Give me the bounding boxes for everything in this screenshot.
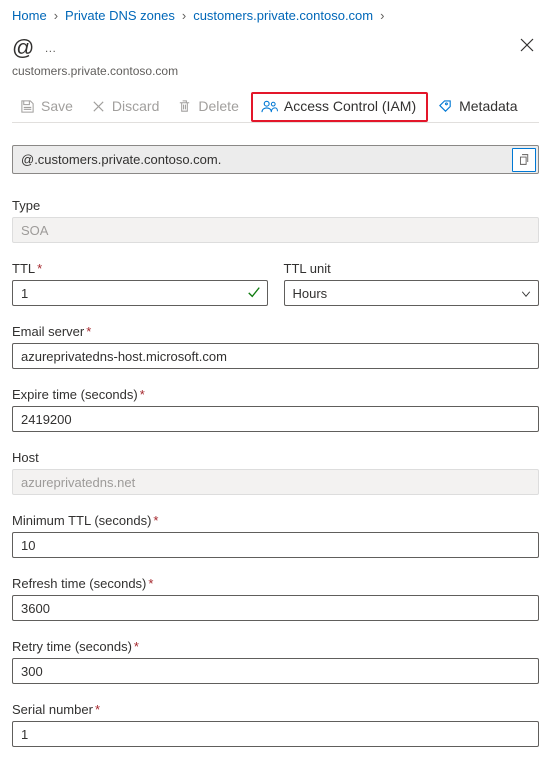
save-icon — [20, 99, 35, 114]
fqdn-display: @.customers.private.contoso.com. — [12, 145, 539, 174]
min-ttl-field[interactable]: 10 — [12, 532, 539, 558]
more-icon[interactable]: … — [44, 41, 56, 55]
copy-icon — [518, 153, 531, 166]
metadata-button[interactable]: Metadata — [430, 92, 527, 122]
type-field: SOA — [12, 217, 539, 243]
email-label: Email server* — [12, 324, 539, 339]
ttl-unit-select[interactable]: Hours — [284, 280, 540, 306]
expire-label: Expire time (seconds)* — [12, 387, 539, 402]
min-ttl-label: Minimum TTL (seconds)* — [12, 513, 539, 528]
check-icon — [247, 285, 261, 302]
ttl-label: TTL* — [12, 261, 268, 276]
toolbar: Save Discard Delete Access Control (IAM)… — [12, 92, 539, 123]
breadcrumb: Home › Private DNS zones › customers.pri… — [12, 8, 539, 23]
tag-icon — [438, 99, 453, 114]
discard-icon — [91, 99, 106, 114]
trash-icon — [177, 99, 192, 114]
email-field[interactable]: azureprivatedns-host.microsoft.com — [12, 343, 539, 369]
save-button[interactable]: Save — [12, 92, 83, 122]
expire-field[interactable]: 2419200 — [12, 406, 539, 432]
delete-button[interactable]: Delete — [169, 92, 248, 122]
refresh-field[interactable]: 3600 — [12, 595, 539, 621]
discard-label: Discard — [112, 98, 159, 114]
chevron-down-icon — [520, 288, 532, 303]
close-icon[interactable] — [515, 33, 539, 62]
breadcrumb-level2[interactable]: customers.private.contoso.com — [193, 8, 373, 23]
people-icon — [261, 99, 278, 114]
host-label: Host — [12, 450, 539, 465]
host-field: azureprivatedns.net — [12, 469, 539, 495]
page-subtitle: customers.private.contoso.com — [12, 64, 539, 78]
discard-button[interactable]: Discard — [83, 92, 169, 122]
breadcrumb-level1[interactable]: Private DNS zones — [65, 8, 175, 23]
access-control-button[interactable]: Access Control (IAM) — [251, 92, 428, 122]
delete-label: Delete — [198, 98, 238, 114]
save-label: Save — [41, 98, 73, 114]
serial-field[interactable]: 1 — [12, 721, 539, 747]
breadcrumb-home[interactable]: Home — [12, 8, 47, 23]
retry-field[interactable]: 300 — [12, 658, 539, 684]
copy-button[interactable] — [512, 148, 536, 172]
access-control-label: Access Control (IAM) — [284, 98, 416, 114]
type-label: Type — [12, 198, 539, 213]
chevron-right-icon: › — [380, 8, 384, 23]
serial-label: Serial number* — [12, 702, 539, 717]
metadata-label: Metadata — [459, 98, 517, 114]
chevron-right-icon: › — [54, 8, 58, 23]
retry-label: Retry time (seconds)* — [12, 639, 539, 654]
ttl-unit-label: TTL unit — [284, 261, 540, 276]
page-title: @ — [12, 35, 34, 61]
fqdn-value: @.customers.private.contoso.com. — [21, 152, 221, 167]
chevron-right-icon: › — [182, 8, 186, 23]
ttl-field[interactable]: 1 — [12, 280, 268, 306]
refresh-label: Refresh time (seconds)* — [12, 576, 539, 591]
